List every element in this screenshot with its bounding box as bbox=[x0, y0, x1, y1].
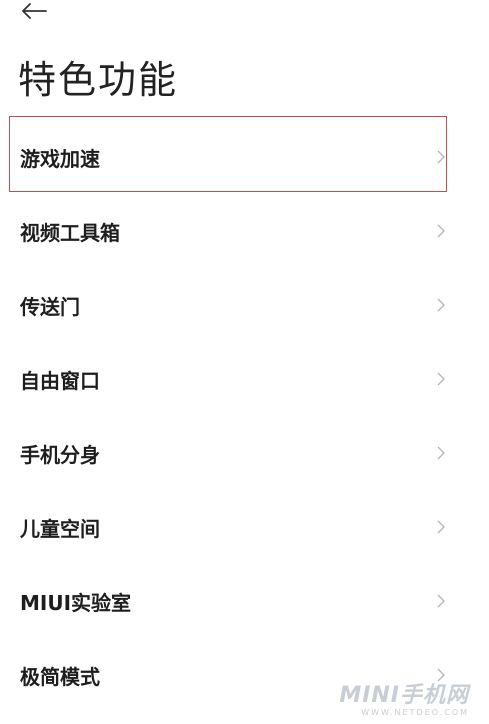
list-item-portal[interactable]: 传送门 bbox=[0, 268, 489, 342]
list-item-label: 手机分身 bbox=[20, 442, 100, 467]
page-title: 特色功能 bbox=[18, 58, 179, 102]
list-item-label: 游戏加速 bbox=[20, 146, 100, 171]
chevron-right-icon bbox=[437, 594, 445, 608]
chevron-right-icon bbox=[437, 150, 445, 164]
list-item-kids-space[interactable]: 儿童空间 bbox=[0, 490, 489, 564]
list-item-label: 传送门 bbox=[20, 294, 80, 319]
watermark-sub: WWW.NETDEO.COM bbox=[361, 708, 469, 717]
watermark-main: MINI手机网 bbox=[339, 683, 469, 708]
feature-list: 游戏加速 视频工具箱 传送门 自由窗口 手机分身 儿童空间 MIUI实验室 极简… bbox=[0, 120, 489, 712]
list-item-miui-lab[interactable]: MIUI实验室 bbox=[0, 564, 489, 638]
list-item-free-window[interactable]: 自由窗口 bbox=[0, 342, 489, 416]
list-item-dual-apps[interactable]: 手机分身 bbox=[0, 416, 489, 490]
chevron-right-icon bbox=[437, 520, 445, 534]
chevron-right-icon bbox=[437, 298, 445, 312]
list-item-label: 极简模式 bbox=[20, 664, 100, 689]
arrow-left-icon bbox=[22, 3, 47, 19]
list-item-label: 自由窗口 bbox=[20, 368, 100, 393]
list-item-label: 视频工具箱 bbox=[20, 220, 120, 245]
list-item-label: MIUI实验室 bbox=[20, 590, 132, 615]
back-button[interactable] bbox=[20, 0, 48, 22]
chevron-right-icon bbox=[437, 372, 445, 386]
list-item-game-acceleration[interactable]: 游戏加速 bbox=[0, 120, 489, 194]
watermark: MINI手机网 WWW.NETDEO.COM bbox=[339, 684, 469, 718]
chevron-right-icon bbox=[437, 446, 445, 460]
list-item-label: 儿童空间 bbox=[20, 516, 100, 541]
list-item-video-toolbox[interactable]: 视频工具箱 bbox=[0, 194, 489, 268]
chevron-right-icon bbox=[437, 668, 445, 682]
chevron-right-icon bbox=[437, 224, 445, 238]
